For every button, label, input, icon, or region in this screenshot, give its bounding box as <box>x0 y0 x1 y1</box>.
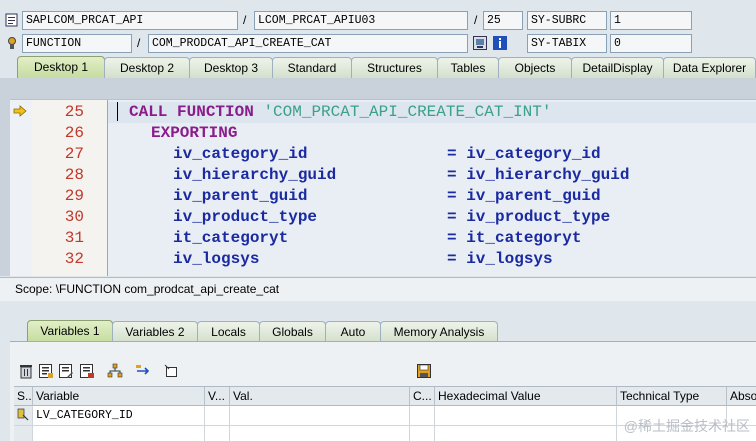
function-module-icon <box>5 36 19 50</box>
line-number: 27 <box>64 145 84 163</box>
v-cell <box>205 426 230 441</box>
value-cell[interactable] <box>230 426 410 441</box>
column-header-v[interactable]: V... <box>205 387 230 406</box>
tab-desktop-3[interactable]: Desktop 3 <box>189 57 273 78</box>
tab-tables[interactable]: Tables <box>437 57 499 78</box>
text-cursor <box>117 102 118 121</box>
new-tool-icon[interactable] <box>163 363 179 379</box>
line-number: 31 <box>64 229 84 247</box>
navigate-icon[interactable] <box>135 363 151 379</box>
breakpoint-gutter[interactable] <box>10 100 32 276</box>
debugger-desktop-tabs: Desktop 1 Desktop 2 Desktop 3 Standard S… <box>0 56 756 78</box>
slash-separator: / <box>243 13 247 27</box>
column-header-status[interactable]: S... <box>14 387 33 406</box>
param-value: = it_categoryt <box>447 229 582 247</box>
change-icon[interactable] <box>58 363 74 379</box>
column-header-absolute-type[interactable]: Abso <box>727 387 756 406</box>
tab-detail-display[interactable]: DetailDisplay <box>571 57 664 78</box>
value-cell[interactable] <box>230 406 410 425</box>
tab-desktop-1[interactable]: Desktop 1 <box>17 56 105 78</box>
param-value: = iv_parent_guid <box>447 187 601 205</box>
tab-variables-2[interactable]: Variables 2 <box>112 321 198 342</box>
c-cell <box>410 406 435 425</box>
tab-data-explorer[interactable]: Data Explorer <box>663 57 756 78</box>
tab-locals[interactable]: Locals <box>197 321 260 342</box>
tab-globals[interactable]: Globals <box>259 321 326 342</box>
hex-value-cell <box>435 426 617 441</box>
tab-objects[interactable]: Objects <box>498 57 572 78</box>
param-name: iv_category_id <box>173 145 308 163</box>
variables-grid-header: S... Variable V... Val. C... Hexadecimal… <box>14 386 756 406</box>
subrc-label: SY-SUBRC <box>527 11 607 30</box>
event-type-field[interactable]: FUNCTION <box>22 34 132 53</box>
program-icon <box>5 13 19 27</box>
variables-tabs: Variables 1 Variables 2 Locals Globals A… <box>0 320 756 342</box>
keyword-call-function: CALL FUNCTION <box>129 103 254 121</box>
param-name: iv_logsys <box>173 250 260 268</box>
variable-name-cell[interactable] <box>33 426 205 441</box>
line-number: 28 <box>64 166 84 184</box>
param-value: = iv_category_id <box>447 145 601 163</box>
header-row-program: SAPLCOM_PRCAT_API / LCOM_PRCAT_APIU03 / … <box>0 10 756 32</box>
header-row-event: FUNCTION / COM_PRODCAT_API_CREATE_CAT SY… <box>0 33 756 55</box>
info-icon[interactable] <box>493 36 507 50</box>
tab-standard[interactable]: Standard <box>272 57 352 78</box>
row-status-cell <box>14 406 33 425</box>
tab-variables-1[interactable]: Variables 1 <box>27 320 113 342</box>
watermark: @稀土掘金技术社区 <box>623 418 750 434</box>
event-name-field[interactable]: COM_PRODCAT_API_CREATE_CAT <box>148 34 468 53</box>
param-value: = iv_logsys <box>447 250 553 268</box>
save-variable-icon[interactable] <box>79 363 95 379</box>
line-number: 30 <box>64 208 84 226</box>
display-object-icon[interactable] <box>473 36 487 50</box>
column-header-hex-value[interactable]: Hexadecimal Value <box>435 387 617 406</box>
v-cell <box>205 406 230 425</box>
tab-auto[interactable]: Auto <box>325 321 381 342</box>
subrc-value[interactable]: 1 <box>610 11 692 30</box>
param-value: = iv_hierarchy_guid <box>447 166 630 184</box>
tab-desktop-2[interactable]: Desktop 2 <box>104 57 190 78</box>
function-name-string: 'COM_PRCAT_API_CREATE_CAT_INT' <box>263 103 552 121</box>
hex-value-cell <box>435 406 617 425</box>
param-name: iv_parent_guid <box>173 187 308 205</box>
param-name: it_categoryt <box>173 229 289 247</box>
delete-icon[interactable] <box>18 363 34 379</box>
tab-structures[interactable]: Structures <box>351 57 438 78</box>
line-number: 29 <box>64 187 84 205</box>
program-field[interactable]: SAPLCOM_PRCAT_API <box>22 11 238 30</box>
details-icon[interactable] <box>38 363 54 379</box>
tabix-value[interactable]: 0 <box>610 34 692 53</box>
include-field[interactable]: LCOM_PRCAT_APIU03 <box>254 11 468 30</box>
column-header-value[interactable]: Val. <box>230 387 410 406</box>
save-icon[interactable] <box>416 363 432 379</box>
line-number: 26 <box>64 124 84 142</box>
param-value: = iv_product_type <box>447 208 611 226</box>
scope-line: Scope: \FUNCTION com_prodcat_api_create_… <box>0 277 756 301</box>
line-field[interactable]: 25 <box>483 11 523 30</box>
param-name: iv_product_type <box>173 208 318 226</box>
param-name: iv_hierarchy_guid <box>173 166 337 184</box>
column-header-technical-type[interactable]: Technical Type <box>617 387 727 406</box>
column-header-c[interactable]: C... <box>410 387 435 406</box>
line-number: 25 <box>64 103 84 121</box>
c-cell <box>410 426 435 441</box>
code-line-26: EXPORTING <box>151 124 238 142</box>
slash-separator: / <box>137 36 141 50</box>
tabix-label: SY-TABIX <box>527 34 607 53</box>
column-header-variable[interactable]: Variable <box>33 387 205 406</box>
line-number: 32 <box>64 250 84 268</box>
hierarchy-icon[interactable] <box>107 363 123 379</box>
source-code-editor[interactable]: 25 26 27 28 29 30 31 32 CALL FUNCTION 'C… <box>10 99 756 276</box>
slash-separator: / <box>474 13 478 27</box>
row-status-cell <box>14 426 33 441</box>
current-statement-arrow-icon <box>13 105 27 120</box>
tab-memory-analysis[interactable]: Memory Analysis <box>380 321 498 342</box>
code-line-25: CALL FUNCTION 'COM_PRCAT_API_CREATE_CAT_… <box>129 102 551 123</box>
variable-name-cell[interactable]: LV_CATEGORY_ID <box>33 406 205 425</box>
